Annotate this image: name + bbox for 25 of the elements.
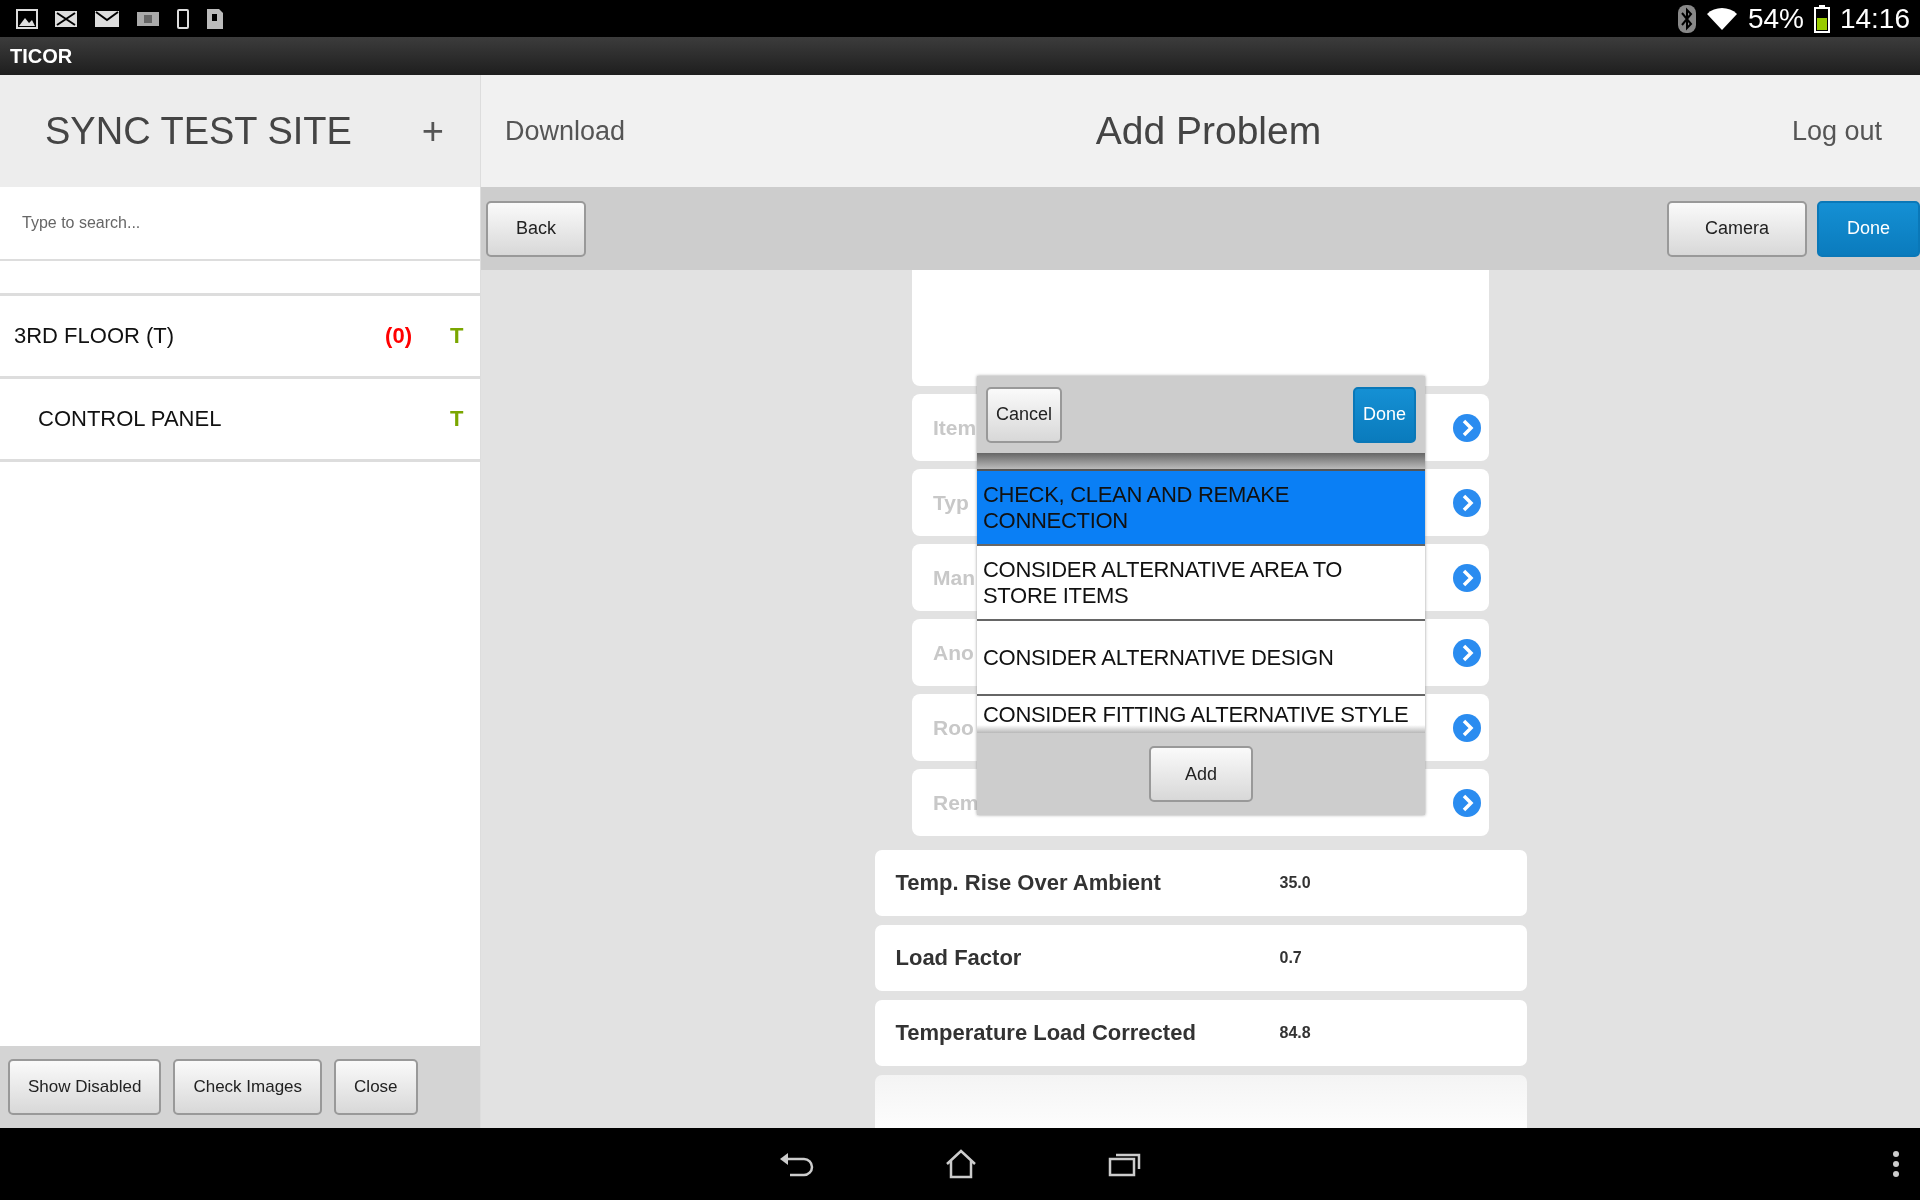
add-button[interactable]: Add xyxy=(1149,746,1253,802)
tree-item[interactable]: CONTROL PANEL T xyxy=(0,376,480,462)
back-button[interactable]: Back xyxy=(486,200,587,257)
logout-link[interactable]: Log out xyxy=(1791,115,1882,147)
done-button[interactable]: Done xyxy=(1352,386,1416,443)
page-title: Add Problem xyxy=(1095,109,1322,153)
toolbar-button[interactable]: Done xyxy=(1816,200,1920,257)
cancel-button[interactable]: Cancel xyxy=(986,386,1063,443)
field-value: 35.0 xyxy=(1279,874,1311,892)
app-title: TICOR xyxy=(10,44,73,68)
site-title: SYNC TEST SITE xyxy=(45,109,352,153)
add-button[interactable]: + xyxy=(415,108,450,154)
field-label: Load Factor xyxy=(895,945,1023,971)
field-value: 84.8 xyxy=(1279,1024,1311,1042)
field-value: 0.7 xyxy=(1279,949,1302,967)
clock-time: 14:16 xyxy=(1839,2,1910,35)
footer-button[interactable]: Show Disabled xyxy=(8,1059,162,1115)
picker-option[interactable]: CHECK, CLEAN AND REMAKE CONNECTION xyxy=(977,471,1425,546)
field-label: Temperature Load Corrected xyxy=(895,1020,1197,1046)
footer-button[interactable]: Close xyxy=(334,1059,418,1115)
toolbar-button[interactable]: Camera xyxy=(1666,200,1807,257)
battery-percentage: 54% xyxy=(1747,2,1804,35)
download-link[interactable]: Download xyxy=(505,115,626,147)
footer-button[interactable]: Check Images xyxy=(173,1059,323,1115)
field-label: Temp. Rise Over Ambient xyxy=(895,870,1162,896)
